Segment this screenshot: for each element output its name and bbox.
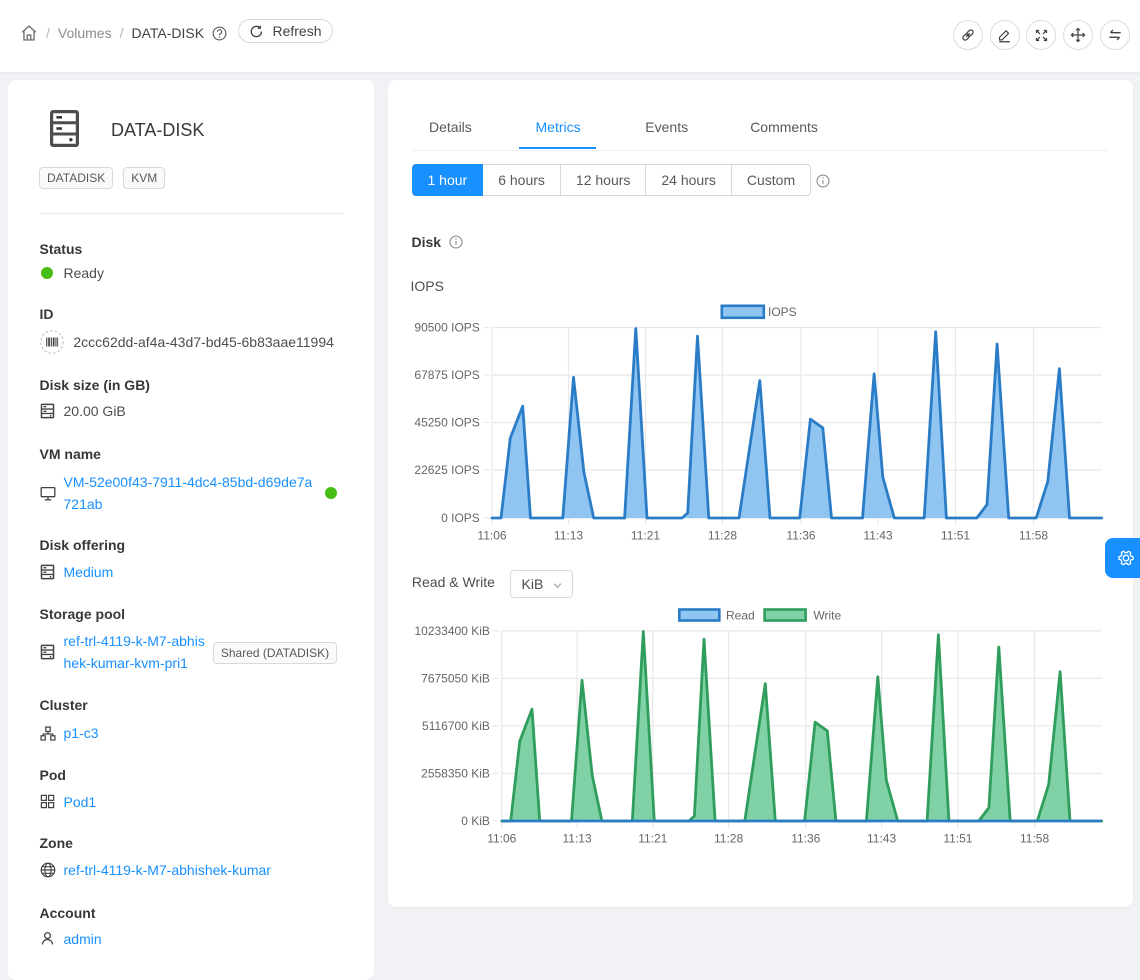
svg-text:45250 IOPS: 45250 IOPS (414, 416, 479, 430)
svg-text:11:28: 11:28 (707, 528, 736, 542)
svg-text:11:06: 11:06 (487, 831, 516, 845)
svg-text:11:43: 11:43 (867, 831, 896, 845)
svg-text:11:28: 11:28 (714, 831, 743, 845)
svg-text:11:21: 11:21 (630, 528, 659, 542)
svg-text:11:06: 11:06 (477, 528, 506, 542)
svg-text:11:13: 11:13 (553, 528, 582, 542)
svg-text:22625 IOPS: 22625 IOPS (414, 463, 479, 477)
svg-text:11:21: 11:21 (638, 831, 667, 845)
svg-text:11:43: 11:43 (863, 528, 892, 542)
svg-text:2558350 KiB: 2558350 KiB (421, 767, 490, 781)
svg-text:11:13: 11:13 (562, 831, 591, 845)
svg-text:11:36: 11:36 (791, 831, 820, 845)
svg-text:11:51: 11:51 (940, 528, 969, 542)
svg-text:67875 IOPS: 67875 IOPS (414, 368, 479, 382)
svg-text:5116700 KiB: 5116700 KiB (422, 719, 490, 733)
svg-text:11:51: 11:51 (943, 831, 972, 845)
svg-text:10233400 KiB: 10233400 KiB (414, 624, 489, 638)
svg-text:Write: Write (813, 609, 841, 623)
svg-text:11:36: 11:36 (786, 528, 815, 542)
svg-text:IOPS: IOPS (768, 305, 797, 319)
svg-text:11:58: 11:58 (1018, 528, 1047, 542)
svg-text:Read: Read (726, 609, 755, 623)
svg-text:7675050 KiB: 7675050 KiB (421, 672, 490, 686)
svg-text:0 KiB: 0 KiB (461, 814, 490, 828)
svg-text:11:58: 11:58 (1020, 831, 1049, 845)
svg-text:0 IOPS: 0 IOPS (441, 511, 480, 525)
svg-text:90500 IOPS: 90500 IOPS (414, 321, 479, 335)
